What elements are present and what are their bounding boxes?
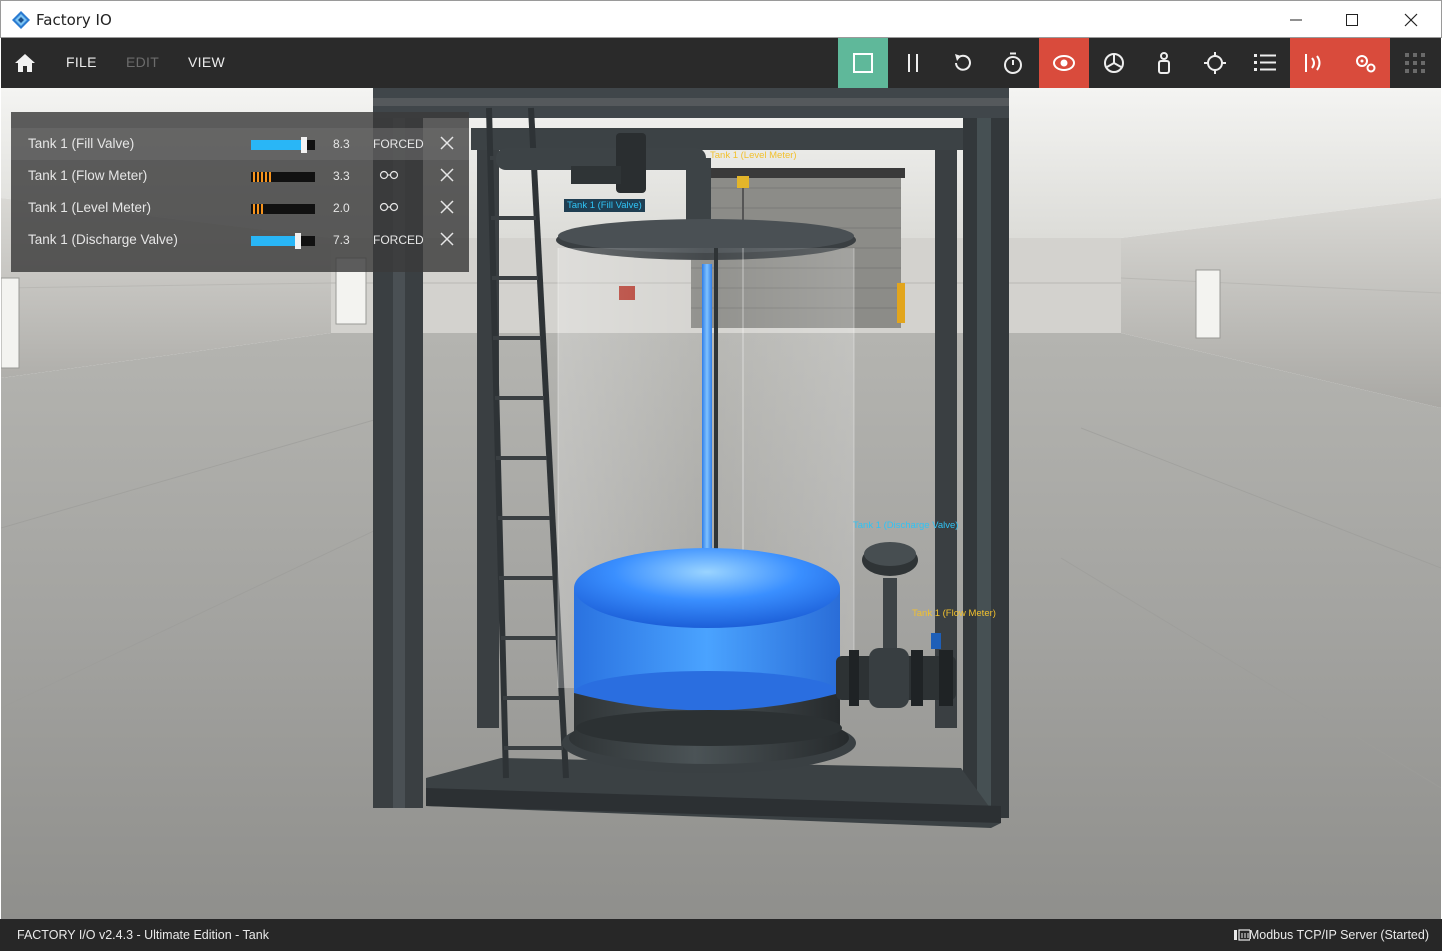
minimize-button[interactable]: [1267, 1, 1325, 39]
menu-file[interactable]: FILE: [66, 54, 97, 70]
menu-edit[interactable]: EDIT: [126, 54, 159, 70]
menu-view[interactable]: VIEW: [188, 54, 225, 70]
watch-glasses-icon[interactable]: [379, 170, 399, 180]
tag-value: 2.0: [333, 201, 350, 215]
close-icon[interactable]: [439, 231, 455, 247]
slider-handle[interactable]: [294, 233, 301, 249]
forced-toggle[interactable]: FORCED: [373, 233, 424, 247]
slider-handle[interactable]: [301, 137, 308, 153]
close-window-button[interactable]: [1382, 1, 1440, 39]
scene-label-discharge-valve[interactable]: Tank 1 (Discharge Valve): [853, 520, 958, 531]
close-icon[interactable]: [439, 135, 455, 151]
camera-orbit-icon: [1053, 55, 1075, 71]
tag-value: 8.3: [333, 137, 350, 151]
value-meter: [251, 204, 315, 214]
stop-button[interactable]: [838, 38, 888, 88]
tag-value: 3.3: [333, 169, 350, 183]
tag-name: Tank 1 (Flow Meter): [28, 168, 148, 183]
home-icon: [15, 54, 35, 72]
scene-label-fill-valve[interactable]: Tank 1 (Fill Valve): [564, 199, 645, 212]
grid-icon: [1405, 53, 1425, 73]
drivers-icon: [1356, 55, 1376, 73]
value-meter: [251, 172, 315, 182]
timer-button[interactable]: [988, 38, 1038, 88]
version-text: FACTORY I/O v2.4.3 - Ultimate Edition - …: [17, 928, 269, 942]
window-titlebar: Factory IO: [0, 0, 1442, 38]
tag-name: Tank 1 (Fill Valve): [28, 136, 135, 151]
list-icon: [1254, 54, 1276, 71]
crosshair-icon: [1204, 52, 1226, 74]
minimize-icon: [1290, 19, 1302, 21]
first-person-icon: [1158, 52, 1170, 74]
maximize-button[interactable]: [1323, 1, 1381, 39]
tag-value: 7.3: [333, 233, 350, 247]
forced-toggle[interactable]: FORCED: [373, 137, 424, 151]
pause-button[interactable]: [888, 38, 938, 88]
timer-icon: [1004, 52, 1022, 74]
main-toolbar: FILE EDIT VIEW: [1, 38, 1441, 88]
window-title: Factory IO: [36, 11, 112, 29]
close-icon[interactable]: [439, 167, 455, 183]
camera-fly-button[interactable]: [1089, 38, 1139, 88]
driver-status[interactable]: Modbus TCP/IP Server (Started): [1249, 928, 1429, 942]
watch-glasses-icon[interactable]: [379, 202, 399, 212]
drivers-button[interactable]: [1340, 38, 1390, 88]
grid-button[interactable]: [1390, 38, 1440, 88]
reset-icon: [955, 54, 971, 71]
pause-icon: [908, 54, 918, 72]
camera-orbit-button[interactable]: [1039, 38, 1089, 88]
factory-io-logo-icon: [12, 11, 30, 34]
tag-panel: Tank 1 (Fill Valve) 8.3 FORCED Tank 1 (F…: [11, 112, 469, 272]
stop-icon: [853, 53, 873, 73]
value-slider[interactable]: [251, 233, 315, 249]
scene-label-level-meter[interactable]: Tank 1 (Level Meter): [710, 150, 797, 161]
tag-list-button[interactable]: [1240, 38, 1290, 88]
scene-label-flow-meter[interactable]: Tank 1 (Flow Meter): [912, 608, 996, 619]
server-icon: [1234, 929, 1250, 941]
tag-row[interactable]: Tank 1 (Level Meter) 2.0: [11, 192, 469, 224]
value-slider[interactable]: [251, 137, 315, 153]
sensors-button[interactable]: [1290, 38, 1340, 88]
tag-name: Tank 1 (Discharge Valve): [28, 232, 178, 247]
home-button[interactable]: [1, 38, 49, 88]
camera-fly-icon: [1104, 53, 1124, 73]
reset-button[interactable]: [938, 38, 988, 88]
close-icon[interactable]: [439, 199, 455, 215]
tag-row[interactable]: Tank 1 (Fill Valve) 8.3 FORCED: [11, 128, 469, 160]
close-icon: [1404, 13, 1418, 27]
tag-row[interactable]: Tank 1 (Flow Meter) 3.3: [11, 160, 469, 192]
maximize-icon: [1346, 14, 1358, 26]
sensors-icon: [1305, 54, 1321, 72]
status-bar: FACTORY I/O v2.4.3 - Ultimate Edition - …: [0, 919, 1442, 951]
tag-row[interactable]: Tank 1 (Discharge Valve) 7.3 FORCED: [11, 224, 469, 256]
crosshair-button[interactable]: [1190, 38, 1240, 88]
tag-name: Tank 1 (Level Meter): [28, 200, 152, 215]
first-person-button[interactable]: [1139, 38, 1189, 88]
